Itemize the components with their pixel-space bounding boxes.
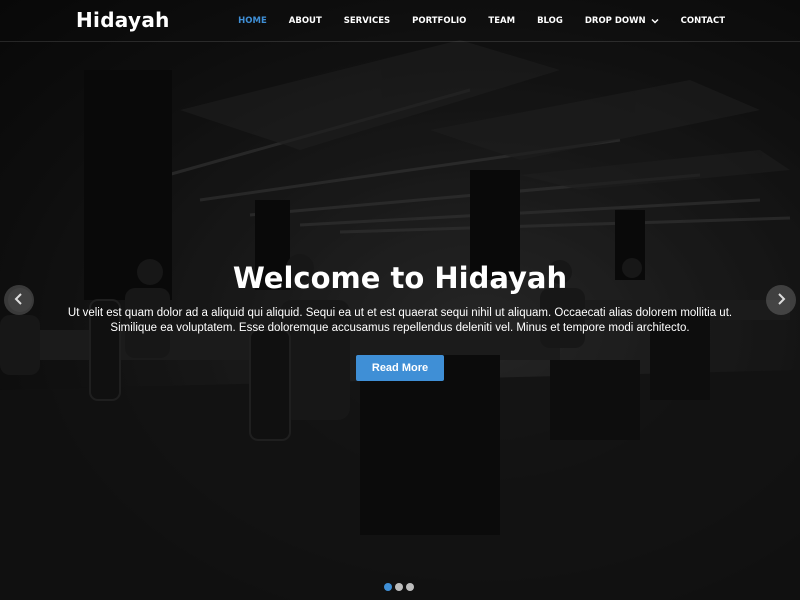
- carousel-indicator-1[interactable]: [384, 583, 392, 591]
- site-logo[interactable]: Hidayah: [76, 8, 170, 32]
- nav-item-label: CONTACT: [680, 16, 725, 26]
- nav-item-drop-down[interactable]: DROP DOWN: [585, 16, 659, 26]
- nav-item-services[interactable]: SERVICES: [344, 16, 390, 26]
- hero-content: Welcome to Hidayah Ut velit est quam dol…: [60, 258, 740, 381]
- nav-item-label: ABOUT: [288, 16, 322, 26]
- site-header: Hidayah HOME ABOUT SERVICES PORTFOLIO TE…: [0, 0, 800, 42]
- nav-item-about[interactable]: ABOUT: [289, 16, 322, 26]
- carousel-next-button[interactable]: [766, 285, 796, 315]
- hero-title: Welcome to Hidayah: [232, 261, 568, 295]
- nav-item-label: SERVICES: [343, 16, 391, 26]
- nav-item-home[interactable]: HOME: [238, 16, 267, 26]
- nav-item-blog[interactable]: BLOG: [537, 16, 563, 26]
- chevron-left-icon: [12, 291, 26, 310]
- nav-item-label: DROP DOWN: [584, 16, 646, 26]
- nav-item-label: BLOG: [537, 16, 563, 26]
- nav-item-label: TEAM: [488, 16, 516, 26]
- carousel-indicators: [384, 583, 417, 591]
- nav-item-team[interactable]: TEAM: [488, 16, 515, 26]
- main-navigation: HOME ABOUT SERVICES PORTFOLIO TEAM BLOG …: [216, 0, 800, 42]
- hero-description: Ut velit est quam dolor ad a aliquid qui…: [67, 307, 733, 334]
- nav-item-label: PORTFOLIO: [412, 16, 467, 26]
- nav-item-portfolio[interactable]: PORTFOLIO: [412, 16, 466, 26]
- carousel-indicator-2[interactable]: [395, 583, 403, 591]
- carousel-prev-button[interactable]: [4, 285, 34, 315]
- chevron-down-icon: [651, 17, 659, 25]
- read-more-button[interactable]: Read More: [356, 355, 444, 381]
- carousel-indicator-3[interactable]: [406, 583, 414, 591]
- chevron-right-icon: [774, 291, 788, 310]
- nav-item-contact[interactable]: CONTACT: [681, 16, 725, 26]
- nav-item-label: HOME: [238, 16, 267, 26]
